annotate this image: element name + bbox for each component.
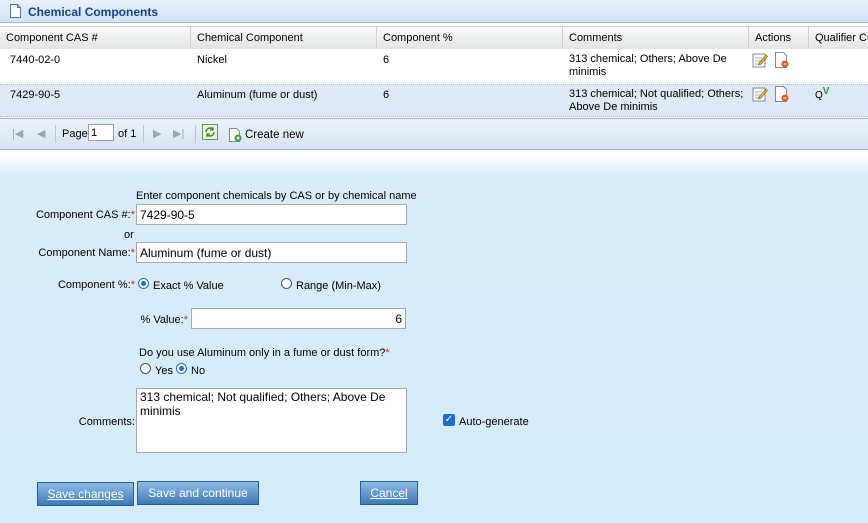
comments-textarea[interactable]: 313 chemical; Not qualified; Others; Abo… xyxy=(136,388,407,453)
table-row-selected[interactable]: 7429-90-5 Aluminum (fume or dust) 6 313 … xyxy=(0,84,868,117)
paging-toolbar: |◀ ◀ Page of 1 ▶ ▶| Create new xyxy=(0,118,868,150)
component-edit-form: Enter component chemicals by CAS or by c… xyxy=(0,156,868,523)
cas-label-text: Component CAS #: xyxy=(35,209,131,221)
cancel-button[interactable]: Cancel xyxy=(360,481,418,505)
cell-comments-line: Above De minimis xyxy=(569,101,658,113)
auto-generate-label: Auto-generate xyxy=(459,416,529,428)
exact-value-label: Exact % Value xyxy=(153,280,224,292)
fume-no-label: No xyxy=(191,365,206,377)
edit-icon[interactable] xyxy=(752,52,768,68)
component-name-input[interactable] xyxy=(136,242,407,263)
cell-comments-line: 313 chemical; Not qualified; Others; xyxy=(569,88,744,100)
cell-comments-line: minimis xyxy=(569,66,607,78)
save-changes-label: Save changes xyxy=(47,487,124,501)
panel-title: Chemical Components xyxy=(28,5,159,19)
component-percent-label-text: Component %: xyxy=(57,279,131,291)
exact-value-radio[interactable] xyxy=(138,278,149,289)
fume-question-text: Do you use Aluminum only in a fume or du… xyxy=(139,347,386,359)
cas-input[interactable] xyxy=(136,204,407,225)
required-marker: * xyxy=(385,347,390,359)
qualifier-badge: QV xyxy=(815,86,829,101)
cell-comments: 313 chemical; Not qualified; Others; Abo… xyxy=(563,88,749,114)
cell-component: Aluminum (fume or dust) xyxy=(197,89,318,101)
required-marker: * xyxy=(183,314,188,326)
column-header-cas[interactable]: Component CAS # xyxy=(0,27,191,49)
column-header-percent[interactable]: Component % xyxy=(377,27,563,49)
last-page-icon[interactable]: ▶| xyxy=(173,127,184,140)
panel-header: Chemical Components xyxy=(0,0,868,23)
delete-icon[interactable] xyxy=(773,86,789,102)
prev-page-icon[interactable]: ◀ xyxy=(37,127,45,140)
toolbar-separator xyxy=(143,125,144,143)
fume-yes-label: Yes xyxy=(155,365,173,377)
fume-question: Do you use Aluminum only in a fume or du… xyxy=(139,347,390,359)
grid-header: Component CAS # Chemical Component Compo… xyxy=(0,26,868,50)
save-changes-button[interactable]: Save changes xyxy=(37,482,134,506)
percent-value-label: % Value:* xyxy=(141,314,189,326)
comments-label: Comments: xyxy=(78,416,135,428)
refresh-icon[interactable] xyxy=(202,124,218,140)
cell-cas: 7429-90-5 xyxy=(10,89,61,101)
cell-percent: 6 xyxy=(383,54,390,66)
cancel-label: Cancel xyxy=(370,486,408,500)
column-header-comments[interactable]: Comments xyxy=(563,27,749,49)
qualifier-check-mark: V xyxy=(822,86,830,97)
qualifier-letter: Q xyxy=(815,90,823,101)
component-name-label-text: Component Name: xyxy=(38,247,131,259)
next-page-icon[interactable]: ▶ xyxy=(153,127,161,140)
cell-percent: 6 xyxy=(383,89,390,101)
or-label: or xyxy=(124,229,134,241)
create-new-icon xyxy=(229,128,242,142)
column-header-component[interactable]: Chemical Component xyxy=(191,27,377,49)
component-name-label: Component Name:* xyxy=(38,247,135,259)
fume-no-radio[interactable] xyxy=(176,363,187,374)
fume-yes-radio[interactable] xyxy=(140,363,151,374)
range-radio[interactable] xyxy=(281,278,292,289)
column-header-actions[interactable]: Actions xyxy=(749,27,809,49)
component-percent-label: Component %:* xyxy=(58,279,135,291)
required-marker: * xyxy=(130,279,135,291)
table-row[interactable]: 7440-02-0 Nickel 6 313 chemical; Others;… xyxy=(0,49,868,83)
toolbar-separator xyxy=(55,125,56,143)
toolbar-separator xyxy=(195,125,196,143)
page-label: Page xyxy=(62,128,88,140)
page-number-input[interactable] xyxy=(88,124,114,141)
create-new-label: Create new xyxy=(245,129,304,141)
required-marker: * xyxy=(130,247,135,259)
percent-value-label-text: % Value: xyxy=(140,314,184,326)
range-label: Range (Min-Max) xyxy=(296,280,381,292)
document-icon xyxy=(10,4,21,18)
cell-comments-line: 313 chemical; Others; Above De xyxy=(569,53,727,65)
first-page-icon[interactable]: |◀ xyxy=(12,127,23,140)
cell-component: Nickel xyxy=(197,54,227,66)
column-header-qualifier[interactable]: Qualifier Cu xyxy=(809,27,868,49)
auto-generate-checkbox[interactable]: ✓ xyxy=(443,414,455,426)
chemical-components-panel: Chemical Components Component CAS # Chem… xyxy=(0,0,868,150)
page-count-label: of 1 xyxy=(118,128,137,140)
cell-comments: 313 chemical; Others; Above De minimis xyxy=(563,53,749,79)
cas-label: Component CAS #:* xyxy=(36,209,135,221)
percent-value-input[interactable] xyxy=(191,308,406,329)
cell-cas: 7440-02-0 xyxy=(10,54,61,66)
required-marker: * xyxy=(130,209,135,221)
delete-icon[interactable] xyxy=(773,52,789,68)
save-and-continue-button[interactable]: Save and continue xyxy=(137,481,259,505)
form-hint: Enter component chemicals by CAS or by c… xyxy=(136,190,417,202)
edit-icon[interactable] xyxy=(752,86,768,102)
